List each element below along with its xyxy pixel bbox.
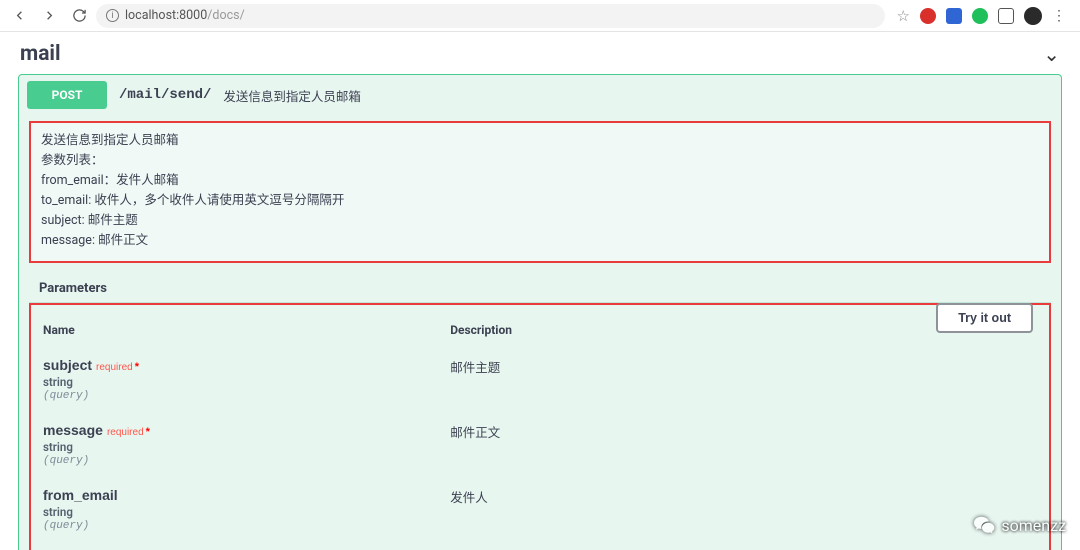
param-description: 邮件正文	[438, 412, 1049, 477]
param-row: to_emailrequiredstring(query)收件人，多个使用逗号分…	[31, 542, 1049, 550]
watermark-text: somenzz	[1001, 516, 1066, 535]
extension-icon-shield[interactable]	[998, 8, 1014, 24]
desc-line: from_email：发件人邮箱	[41, 171, 1039, 191]
param-description: 邮件主题	[438, 347, 1049, 412]
required-label: required	[96, 362, 133, 373]
parameters-heading: Parameters	[39, 281, 107, 296]
bookmark-icon[interactable]: ☆	[897, 7, 910, 25]
tag-header[interactable]: mail ⌄	[0, 32, 1080, 74]
desc-line: subject: 邮件主题	[41, 211, 1039, 231]
param-name: subjectrequired	[43, 357, 426, 373]
extension-icon-abp[interactable]	[920, 8, 936, 24]
operation-block: POST /mail/send/ 发送信息到指定人员邮箱 发送信息到指定人员邮箱…	[18, 74, 1062, 550]
site-info-icon[interactable]: i	[106, 9, 119, 22]
param-row: subjectrequired string(query) 邮件主题	[31, 347, 1049, 412]
param-location: (query)	[43, 455, 426, 467]
parameters-table: Name Description subjectrequiredstring(q…	[31, 305, 1049, 550]
browser-toolbar: i localhost:8000/docs/ ☆ ⋮	[0, 0, 1080, 32]
param-row: messagerequired string(query) 邮件正文	[31, 412, 1049, 477]
operation-header[interactable]: POST /mail/send/ 发送信息到指定人员邮箱	[19, 75, 1061, 115]
param-name: from_email	[43, 487, 426, 503]
extension-icon-blue[interactable]	[946, 8, 962, 24]
description-box: 发送信息到指定人员邮箱 参数列表： from_email：发件人邮箱 to_em…	[29, 121, 1051, 263]
endpoint-summary: 发送信息到指定人员邮箱	[223, 86, 361, 105]
try-it-out-button[interactable]: Try it out	[936, 303, 1033, 333]
menu-icon[interactable]: ⋮	[1052, 8, 1066, 24]
chevron-down-icon[interactable]: ⌄	[1043, 42, 1060, 66]
param-row: from_emailstring(query) 发件人	[31, 477, 1049, 542]
param-location: (query)	[43, 520, 426, 532]
param-location: (query)	[43, 390, 426, 402]
back-button[interactable]	[6, 3, 32, 29]
address-bar[interactable]: i localhost:8000/docs/	[96, 4, 885, 28]
tag-title: mail	[20, 42, 61, 66]
profile-avatar[interactable]	[1024, 7, 1042, 25]
method-badge: POST	[27, 81, 107, 109]
reload-button[interactable]	[66, 3, 92, 29]
forward-button[interactable]	[36, 3, 62, 29]
endpoint-path: /mail/send/	[119, 87, 211, 103]
desc-line: message: 邮件正文	[41, 231, 1039, 251]
param-type: string	[43, 375, 426, 389]
url-text: localhost:8000/docs/	[125, 8, 245, 23]
param-name: messagerequired	[43, 422, 426, 438]
param-description: 收件人，多个使用逗号分隔	[438, 542, 1049, 550]
required-label: required	[107, 427, 144, 438]
extension-icon-green[interactable]	[972, 8, 988, 24]
toolbar-right: ☆ ⋮	[889, 7, 1074, 25]
desc-line: to_email: 收件人，多个收件人请使用英文逗号分隔隔开	[41, 191, 1039, 211]
desc-line: 参数列表：	[41, 151, 1039, 171]
wechat-icon	[973, 514, 995, 536]
col-name: Name	[31, 305, 438, 347]
parameters-box: Name Description subjectrequiredstring(q…	[29, 303, 1051, 550]
page-content: mail ⌄ POST /mail/send/ 发送信息到指定人员邮箱 发送信息…	[0, 32, 1080, 550]
param-type: string	[43, 440, 426, 454]
watermark: somenzz	[973, 514, 1066, 536]
param-type: string	[43, 505, 426, 519]
desc-line: 发送信息到指定人员邮箱	[41, 131, 1039, 151]
param-description: 发件人	[438, 477, 1049, 542]
